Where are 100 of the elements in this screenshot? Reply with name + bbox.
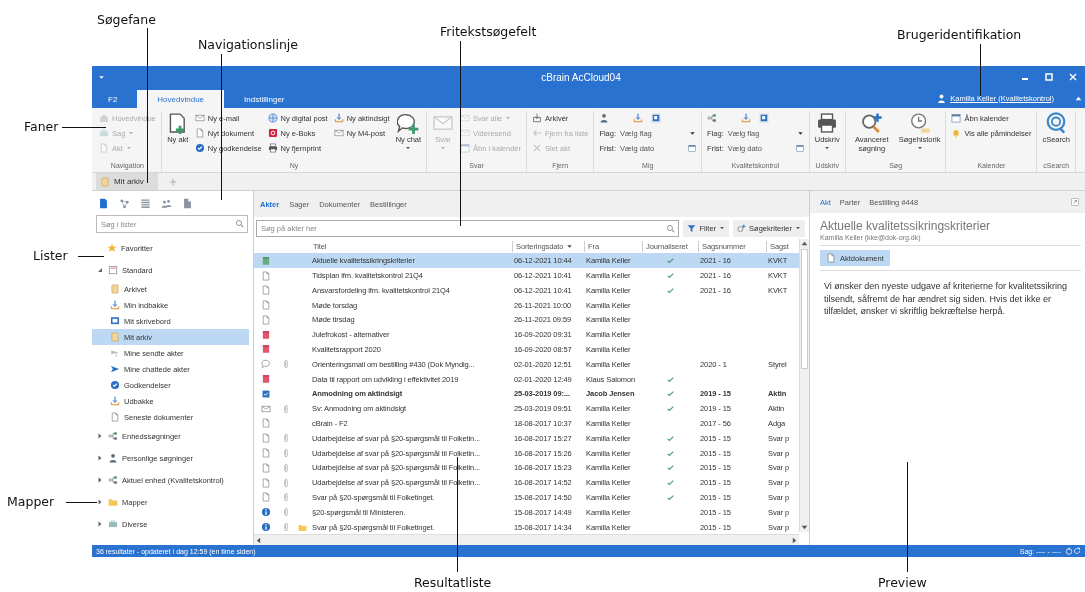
envelope-icon — [261, 403, 271, 414]
callout-label: Fritekstsøgefelt — [440, 24, 537, 39]
expander-icon[interactable] — [96, 476, 104, 485]
search-plus-icon — [737, 223, 747, 233]
printer-icon — [816, 112, 839, 134]
maximize-icon[interactable] — [1045, 73, 1053, 81]
leader-line — [66, 502, 97, 503]
tab[interactable]: Mit arkiv — [96, 173, 158, 191]
document-icon — [194, 128, 205, 138]
calendar-icon — [261, 344, 271, 355]
arrow-right-icon[interactable] — [790, 535, 799, 545]
network-icon — [108, 431, 118, 442]
window-icon[interactable] — [651, 113, 662, 123]
arrow-left-icon — [532, 128, 542, 138]
callout-label: Søgefane — [97, 12, 156, 27]
calendar-icon — [261, 329, 271, 340]
calendar-icon — [460, 143, 471, 153]
download-icon — [333, 113, 344, 123]
folder-icon — [108, 497, 118, 508]
document-icon — [261, 477, 271, 488]
callout-label: Resultatliste — [414, 575, 492, 590]
caret-icon — [719, 225, 726, 232]
globe-icon — [267, 113, 278, 123]
window-icon[interactable] — [759, 113, 770, 123]
leader-line — [62, 127, 106, 128]
document-icon — [261, 270, 271, 281]
envelope-icon — [460, 113, 471, 123]
bell-icon — [951, 128, 962, 138]
leader-line — [980, 44, 981, 96]
cross-icon — [532, 143, 542, 153]
square-icon — [267, 128, 278, 138]
tab[interactable]: Indstillinger — [224, 90, 305, 108]
expander-icon[interactable] — [96, 498, 104, 507]
briefcase-icon — [99, 128, 109, 138]
envelope-icon — [460, 128, 471, 138]
document-icon — [110, 412, 120, 423]
caret-icon — [795, 225, 801, 232]
caret-icon — [796, 129, 804, 137]
leader-line — [78, 256, 104, 257]
arrow-left-icon[interactable] — [254, 535, 263, 545]
people-icon[interactable] — [161, 197, 172, 209]
document-title: Aktuelle kvalitetssikringskriterier — [820, 219, 992, 234]
folder-icon — [110, 284, 120, 295]
info-icon — [261, 522, 271, 533]
callout-label: Mapper — [7, 494, 55, 509]
chat-icon — [261, 359, 271, 370]
archive-icon — [532, 113, 542, 123]
document-icon — [261, 448, 271, 459]
check-circle-icon — [110, 380, 120, 391]
document-icon — [261, 314, 271, 325]
envelope-icon — [194, 113, 205, 123]
person-icon — [937, 93, 947, 103]
star-icon — [107, 243, 117, 254]
envelope-icon — [333, 128, 344, 138]
document-icon — [826, 253, 836, 264]
folder-icon — [110, 332, 120, 343]
expander-icon[interactable] — [96, 520, 104, 529]
document-icon — [261, 285, 271, 296]
network-icon[interactable] — [707, 113, 718, 123]
calendar-icon — [951, 113, 962, 123]
document-icon — [261, 418, 271, 429]
search-icon — [666, 223, 676, 233]
close-icon[interactable] — [1069, 73, 1077, 81]
printer-icon — [267, 143, 278, 153]
info-icon — [261, 507, 271, 518]
document-icon[interactable] — [182, 197, 193, 209]
download-icon — [110, 300, 120, 311]
document-icon — [261, 462, 271, 473]
callout-label: Navigationslinje — [198, 37, 298, 52]
scrollbar-thumb[interactable] — [801, 249, 808, 370]
sort-icon[interactable] — [566, 242, 574, 250]
list-icon — [108, 265, 118, 276]
desktop-icon — [110, 316, 120, 327]
vertical-scrollbar[interactable] — [799, 239, 809, 533]
tab[interactable]: F2 — [102, 90, 138, 108]
expander-icon[interactable] — [96, 432, 104, 441]
calendar-icon — [261, 374, 271, 385]
download-icon — [110, 396, 120, 407]
folder-icon — [100, 176, 110, 187]
checkbox-icon — [261, 388, 271, 399]
list-icon[interactable] — [140, 197, 151, 209]
window-title: cBrain AcCloud04 — [540, 71, 622, 83]
network-icon[interactable] — [119, 197, 130, 209]
message-text: Vi ønsker den nyeste udgave af kriterierne for kvalitetssikring tilsendt, såfremt de har ændret sig siden. Hvis det ikke er tilfældet, ønsker vi skriftlig bekræftelse herpå. — [824, 280, 1068, 318]
sent-icon — [110, 348, 120, 359]
callout-label: Preview — [878, 575, 927, 590]
expander-icon[interactable] — [96, 454, 104, 463]
expander-icon[interactable] — [96, 266, 104, 275]
horizontal-scrollbar[interactable] — [254, 534, 799, 546]
timer-icon[interactable] — [1065, 547, 1073, 556]
document-icon — [261, 492, 271, 503]
send-icon — [110, 364, 120, 375]
house-icon — [99, 113, 109, 123]
refresh-icon[interactable] — [1073, 547, 1081, 556]
document-icon[interactable] — [98, 197, 109, 209]
caret-icon — [689, 129, 697, 137]
tab[interactable]: Hovedvindue — [137, 90, 225, 108]
check-circle-icon — [194, 143, 205, 153]
person-icon[interactable] — [599, 113, 610, 123]
quick-access-icon[interactable] — [98, 73, 105, 81]
